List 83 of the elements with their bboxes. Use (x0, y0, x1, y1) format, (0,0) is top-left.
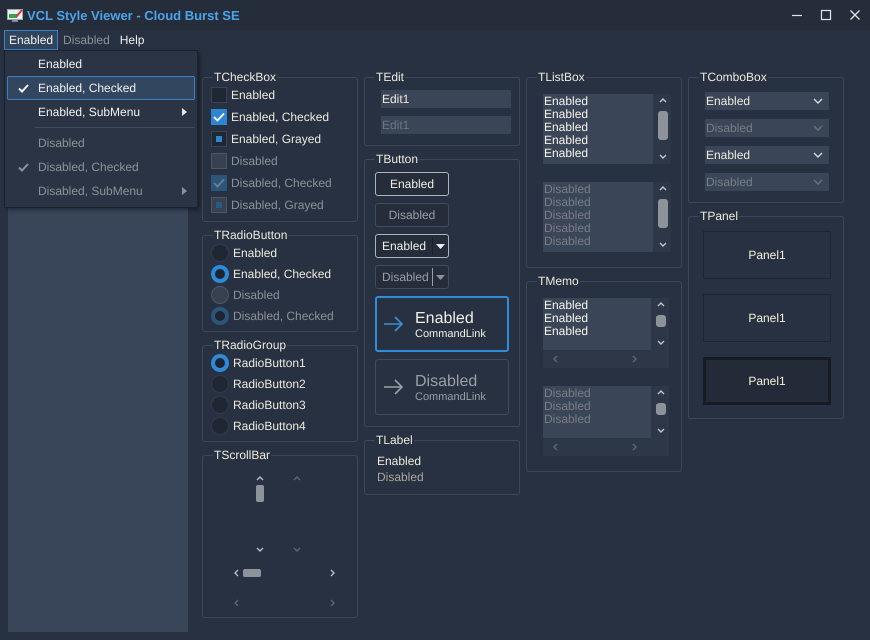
group-title: TEdit (375, 71, 406, 84)
menu-item-label: Enabled, Checked (38, 81, 136, 95)
combo-box[interactable]: Enabled (705, 146, 829, 164)
checkbox[interactable] (211, 131, 227, 147)
memo-line: Enabled (543, 325, 590, 338)
radio-label: RadioButton3 (233, 398, 306, 412)
list-item[interactable]: Enabled (543, 147, 653, 160)
menu-item[interactable]: Help (114, 30, 150, 50)
text-field[interactable]: Edit1 (381, 90, 511, 108)
check-icon (213, 178, 225, 188)
menu-item-label: Enabled, SubMenu (38, 105, 140, 119)
menu-item-label: Disabled (38, 136, 85, 150)
menu-item[interactable]: Enabled, SubMenu (7, 100, 195, 124)
memo-line: Disabled (543, 413, 592, 426)
checkbox[interactable] (211, 109, 227, 125)
radio-label: RadioButton1 (233, 356, 306, 370)
checkbox-label: Enabled, Checked (231, 110, 330, 124)
radio-label: Enabled, Checked (233, 266, 332, 280)
group-title: TScrollBar (213, 449, 272, 462)
list-item[interactable]: Enabled (543, 121, 653, 134)
checkbox-label: Enabled, Grayed (231, 132, 322, 146)
menu-item-label: Disabled, Checked (38, 160, 139, 174)
panel: Panel1 (703, 357, 831, 405)
memo-line: Disabled (543, 387, 592, 400)
group-title: TListBox (537, 71, 586, 84)
window-title: VCL Style Viewer - Cloud Burst SE (27, 8, 240, 22)
arrow-right-icon (384, 379, 404, 395)
caret-icon (436, 274, 445, 280)
command-link-note: CommandLink (415, 390, 486, 402)
close-icon (849, 9, 861, 21)
group-title: TPanel (699, 210, 740, 223)
menu-item-label: Disabled, SubMenu (38, 184, 143, 198)
button[interactable]: Enabled (375, 172, 449, 196)
label-text: Disabled (377, 469, 425, 485)
chevron-down-icon (813, 179, 823, 185)
memo-line: Enabled (543, 312, 590, 325)
checkbox-label: Disabled, Grayed (231, 198, 324, 212)
panel: Panel1 (703, 231, 831, 279)
chevron-down-icon (813, 152, 823, 158)
app-logo-icon (7, 8, 23, 22)
checkbox-label: Disabled, Checked (231, 176, 332, 190)
radio-label: Enabled (233, 246, 278, 260)
label-text: Enabled (377, 453, 422, 469)
memo-box[interactable]: Enabled Enabled Enabled (543, 298, 669, 368)
command-link-title: Disabled (415, 372, 478, 390)
menu-item-label: Enabled (38, 57, 82, 71)
command-link-title: Enabled (415, 308, 474, 328)
radio-label: RadioButton4 (233, 418, 306, 432)
maximize-icon (820, 9, 832, 21)
checkbox[interactable] (211, 87, 227, 103)
group-title: TLabel (375, 434, 414, 447)
memo-line: Enabled (543, 299, 590, 312)
list-item[interactable]: Enabled (543, 134, 653, 147)
radio-button[interactable] (211, 264, 229, 282)
chevron-down-icon (813, 98, 823, 104)
radio-label: Disabled, Checked (233, 308, 334, 322)
combo-box[interactable]: Enabled (705, 92, 829, 110)
command-link-button[interactable]: Enabled CommandLink (375, 296, 509, 352)
chevron-down-icon (813, 125, 823, 131)
checkbox-label: Disabled (231, 154, 278, 168)
group-title: TButton (375, 153, 420, 166)
panel: Panel1 (703, 294, 831, 342)
memo-line: Disabled (543, 400, 592, 413)
group-title: TComboBox (699, 71, 768, 84)
split-button[interactable]: Enabled (375, 234, 449, 258)
menu-item[interactable]: Enabled, Checked (7, 76, 195, 100)
check-icon (213, 112, 225, 122)
list-item[interactable]: Enabled (543, 95, 653, 108)
group-title: TRadioButton (213, 229, 288, 242)
group-title: TMemo (537, 275, 580, 288)
checkbox-label: Enabled (231, 88, 276, 102)
group-title: TCheckBox (213, 71, 278, 84)
radio-label: RadioButton2 (233, 376, 306, 390)
radio-button[interactable] (211, 354, 229, 372)
list-box[interactable]: Enabled Enabled Enabled Enabled Enabled (543, 94, 671, 164)
menu-item[interactable]: Enabled (7, 52, 195, 76)
radio-label: Disabled (233, 288, 280, 302)
arrow-right-icon (384, 316, 404, 332)
group-title: TRadioGroup (213, 339, 288, 352)
caret-icon (436, 244, 445, 248)
command-link-note: CommandLink (415, 328, 486, 340)
menu-item[interactable]: Enabled (4, 30, 58, 50)
list-item[interactable]: Enabled (543, 108, 653, 121)
